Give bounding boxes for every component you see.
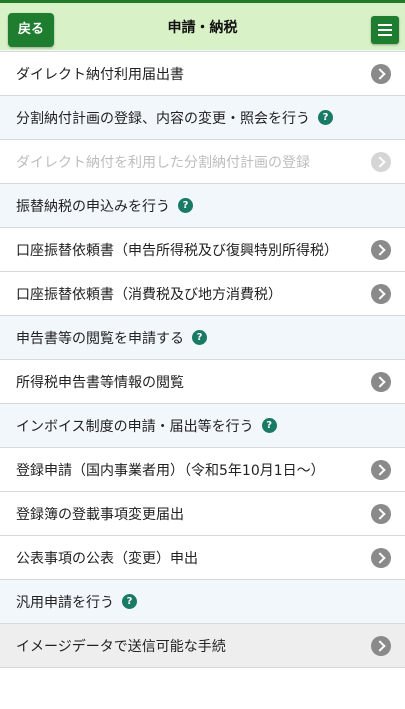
procedure-list: ダイレクト納付の申込みを行う?ダイレクト納付利用届出書分割納付計画の登録、内容の… — [0, 26, 405, 668]
row-label: 口座振替依頼書（申告所得税及び復興特別所得税） — [16, 242, 338, 259]
section-header-row: 分割納付計画の登録、内容の変更・照会を行う? — [0, 96, 405, 140]
procedure-link-row[interactable]: 所得税申告書等情報の閲覧 — [0, 360, 405, 404]
chevron-right-icon[interactable] — [371, 503, 391, 524]
procedure-link-row[interactable]: 公表事項の公表（変更）申出 — [0, 536, 405, 580]
app-header: 戻る 申請・納税 — [0, 0, 405, 50]
procedure-link-row[interactable]: 口座振替依頼書（申告所得税及び復興特別所得税） — [0, 228, 405, 272]
chevron-right-icon[interactable] — [371, 635, 391, 656]
section-header-row: 汎用申請を行う? — [0, 580, 405, 624]
chevron-right-icon[interactable] — [371, 283, 391, 304]
chevron-right-icon[interactable] — [371, 63, 391, 84]
row-label: イメージデータで送信可能な手続 — [16, 638, 226, 655]
row-label: インボイス制度の申請・届出等を行う — [16, 418, 254, 435]
row-label: 汎用申請を行う — [16, 594, 114, 611]
row-label: ダイレクト納付を利用した分割納付計画の登録 — [16, 154, 310, 171]
row-label: 申告書等の閲覧を申請する — [16, 330, 184, 347]
chevron-right-icon[interactable] — [371, 371, 391, 392]
procedure-link-row[interactable]: 登録申請（国内事業者用）（令和5年10月1日〜） — [0, 448, 405, 492]
procedure-link-row[interactable]: ダイレクト納付利用届出書 — [0, 52, 405, 96]
row-label: 振替納税の申込みを行う — [16, 198, 170, 215]
row-label: 分割納付計画の登録、内容の変更・照会を行う — [16, 110, 310, 127]
help-icon[interactable]: ? — [261, 418, 277, 433]
help-icon[interactable]: ? — [178, 198, 193, 213]
chevron-right-icon — [371, 151, 391, 172]
row-label: 口座振替依頼書（消費税及び地方消費税） — [16, 286, 282, 303]
menu-line — [378, 24, 392, 26]
chevron-right-icon[interactable] — [371, 239, 391, 260]
procedure-link-row[interactable]: 登録簿の登載事項変更届出 — [0, 492, 405, 536]
page-title: 申請・納税 — [167, 20, 238, 36]
hamburger-menu-icon[interactable] — [371, 16, 399, 44]
procedure-link-row[interactable]: イメージデータで送信可能な手続 — [0, 624, 405, 668]
help-icon[interactable]: ? — [318, 110, 333, 125]
row-label: 公表事項の公表（変更）申出 — [16, 550, 198, 567]
procedure-link-row[interactable]: 口座振替依頼書（消費税及び地方消費税） — [0, 272, 405, 316]
back-button[interactable]: 戻る — [8, 13, 54, 47]
row-label: 登録簿の登載事項変更届出 — [16, 506, 184, 523]
help-icon[interactable]: ? — [122, 594, 137, 609]
chevron-right-icon[interactable] — [371, 547, 391, 568]
row-label: 所得税申告書等情報の閲覧 — [16, 374, 184, 391]
row-label: 登録申請（国内事業者用）（令和5年10月1日〜） — [16, 462, 325, 479]
row-label: ダイレクト納付利用届出書 — [16, 66, 184, 83]
section-header-row: 振替納税の申込みを行う? — [0, 184, 405, 228]
help-icon[interactable]: ? — [192, 330, 207, 345]
section-header-row: インボイス制度の申請・届出等を行う? — [0, 404, 405, 448]
procedure-link-row: ダイレクト納付を利用した分割納付計画の登録 — [0, 140, 405, 184]
menu-line — [378, 29, 392, 31]
chevron-right-icon[interactable] — [371, 459, 391, 480]
menu-line — [378, 34, 392, 36]
section-header-row: 申告書等の閲覧を申請する? — [0, 316, 405, 360]
